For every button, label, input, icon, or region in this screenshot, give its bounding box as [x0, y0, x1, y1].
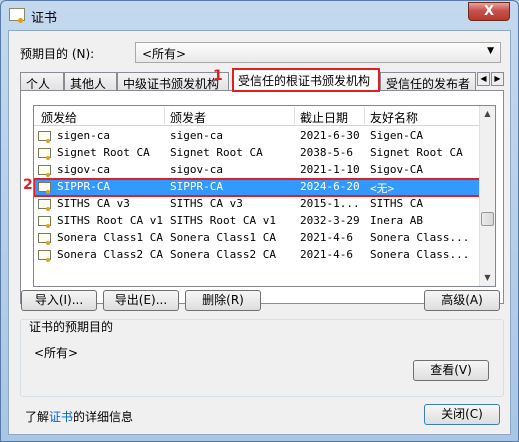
column-divider[interactable] [294, 107, 295, 124]
purpose-label: 预期目的 (N): [20, 47, 95, 61]
dialog-content: 预期目的 (N): <所有> ▼ 个人 其他人 中级证书颁发机构 受信任的根证书… [8, 30, 511, 435]
cell-expiration: 2021-1-10 [300, 163, 360, 176]
learn-more-text: 了解证书的详细信息 [25, 408, 133, 425]
remove-button[interactable]: 删除(R) [185, 290, 261, 311]
cell-issued-to: Sonera Class2 CA [57, 248, 163, 261]
column-divider[interactable] [364, 107, 365, 124]
cell-expiration: 2032-3-29 [300, 214, 360, 227]
certificate-icon [38, 216, 51, 228]
group-title: 证书的预期目的 [29, 320, 114, 334]
certificate-icon [9, 8, 25, 23]
intended-purposes-group: 证书的预期目的 <所有> 查看(V) [20, 319, 504, 397]
cell-friendly-name: Sigov-CA [370, 163, 423, 176]
tab-scroll-right-icon[interactable]: ▶ [491, 72, 504, 86]
cell-issuer: sigov-ca [170, 163, 223, 176]
vertical-scrollbar[interactable]: ▲ ▼ [479, 106, 495, 286]
cell-issued-to: SITHS CA v3 [57, 197, 130, 210]
learn-prefix: 了解 [25, 410, 50, 424]
certificate-icon [38, 182, 51, 194]
table-row[interactable]: Sonera Class2 CA Sonera Class2 CA 2021-4… [34, 247, 481, 264]
cell-expiration: 2021-6-30 [300, 129, 360, 142]
purpose-selected-value: <所有> [142, 47, 187, 61]
tab-trusted-publishers[interactable]: 受信任的发布者 [380, 72, 476, 91]
cell-friendly-name: Signet Root CA [370, 146, 463, 159]
tab-other-people[interactable]: 其他人 [64, 72, 117, 91]
list-header: 颁发给 颁发者 截止日期 友好名称 [34, 106, 481, 126]
chevron-down-icon: ▼ [487, 46, 494, 56]
table-row-selected[interactable]: SIPPR-CA SIPPR-CA 2024-6-20 <无> [34, 178, 482, 197]
cell-issued-to: SIPPR-CA [57, 180, 110, 193]
title-bar[interactable]: 证书 X [1, 1, 518, 29]
export-button[interactable]: 导出(E)... [103, 290, 179, 311]
certificate-icon [38, 199, 51, 211]
tab-panel: 颁发给 颁发者 截止日期 友好名称 sigen-ca sigen-ca 2021… [20, 90, 504, 304]
certificate-list[interactable]: 颁发给 颁发者 截止日期 友好名称 sigen-ca sigen-ca 2021… [33, 105, 496, 287]
learn-suffix: 的详细信息 [73, 410, 134, 424]
certificates-dialog: 证书 X 预期目的 (N): <所有> ▼ 个人 其他人 中级证书颁发机构 受信… [0, 0, 519, 442]
scroll-thumb[interactable] [481, 212, 494, 226]
cell-expiration: 2024-6-20 [300, 180, 360, 193]
cell-friendly-name: Sigen-CA [370, 129, 423, 142]
table-row[interactable]: sigen-ca sigen-ca 2021-6-30 Sigen-CA [34, 128, 481, 145]
cell-issuer: SITHS CA v3 [170, 197, 243, 210]
cell-friendly-name: SITHS CA [370, 197, 423, 210]
cell-expiration: 2038-5-6 [300, 146, 353, 159]
column-header-issuer[interactable]: 颁发者 [170, 109, 206, 126]
certificates-link[interactable]: 证书 [49, 410, 73, 424]
certificate-icon [38, 148, 51, 160]
advanced-button[interactable]: 高级(A) [424, 290, 500, 311]
table-row[interactable]: SITHS Root CA v1 SITHS Root CA v1 2032-3… [34, 213, 481, 230]
cell-friendly-name: Inera AB [370, 214, 423, 227]
table-row[interactable]: Sonera Class1 CA Sonera Class1 CA 2021-4… [34, 230, 481, 247]
cell-issuer: Sonera Class1 CA [170, 231, 276, 244]
cell-issued-to: Signet Root CA [57, 146, 150, 159]
column-divider[interactable] [164, 107, 165, 124]
column-header-expiration[interactable]: 截止日期 [300, 109, 348, 126]
table-row[interactable]: sigov-ca sigov-ca 2021-1-10 Sigov-CA [34, 162, 481, 179]
intended-purposes-value: <所有> [34, 346, 79, 360]
cell-expiration: 2015-1... [300, 197, 360, 210]
cell-issuer: Signet Root CA [170, 146, 263, 159]
cell-issued-to: SITHS Root CA v1 [57, 214, 163, 227]
certificate-icon [38, 165, 51, 177]
certificate-icon [38, 250, 51, 262]
certificate-icon [38, 233, 51, 245]
table-row[interactable]: Signet Root CA Signet Root CA 2038-5-6 S… [34, 145, 481, 162]
cell-issuer: sigen-ca [170, 129, 223, 142]
cell-friendly-name: <无> [370, 182, 395, 195]
column-header-issued-to[interactable]: 颁发给 [41, 109, 77, 126]
certificate-icon [38, 131, 51, 143]
annotation-marker-1: 1 [213, 68, 223, 84]
tab-trusted-root-ca[interactable]: 受信任的根证书颁发机构 [232, 68, 380, 92]
tab-scroll-left-icon[interactable]: ◀ [477, 72, 490, 86]
close-window-button[interactable]: X [468, 2, 510, 21]
cell-expiration: 2021-4-6 [300, 248, 353, 261]
column-header-friendly-name[interactable]: 友好名称 [370, 109, 418, 126]
cell-issuer: Sonera Class2 CA [170, 248, 276, 261]
cell-friendly-name: Sonera Class... [370, 248, 470, 261]
tab-personal[interactable]: 个人 [20, 72, 64, 91]
cell-issuer: SIPPR-CA [170, 180, 223, 193]
close-button[interactable]: 关闭(C) [424, 404, 500, 425]
scroll-up-icon[interactable]: ▲ [480, 106, 495, 122]
table-row[interactable]: SITHS CA v3 SITHS CA v3 2015-1... SITHS … [34, 196, 481, 213]
cell-issuer: SITHS Root CA v1 [170, 214, 276, 227]
annotation-marker-2: 2 [23, 177, 33, 193]
window-title: 证书 [31, 11, 58, 26]
cell-friendly-name: Sonera Class... [370, 231, 470, 244]
cell-issued-to: Sonera Class1 CA [57, 231, 163, 244]
tab-strip: 个人 其他人 中级证书颁发机构 受信任的根证书颁发机构 受信任的发布者 ◀ ▶ [20, 68, 504, 92]
cell-issued-to: sigen-ca [57, 129, 110, 142]
scroll-down-icon[interactable]: ▼ [480, 270, 495, 286]
view-button[interactable]: 查看(V) [413, 360, 489, 381]
import-button[interactable]: 导入(I)... [21, 290, 97, 311]
cell-expiration: 2021-4-6 [300, 231, 353, 244]
purpose-dropdown[interactable]: <所有> ▼ [135, 42, 501, 63]
cell-issued-to: sigov-ca [57, 163, 110, 176]
